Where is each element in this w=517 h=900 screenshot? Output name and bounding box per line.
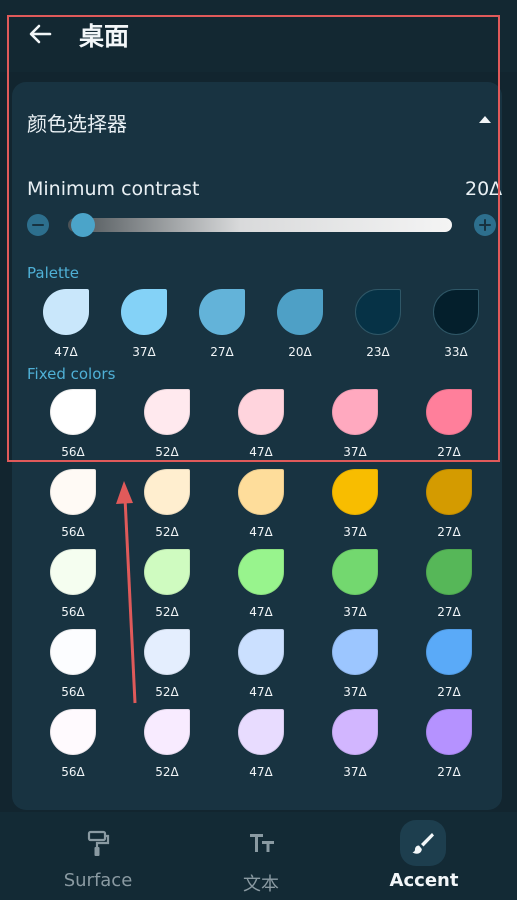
annotation-arrow [116,481,137,704]
fixed-color-value: 47Δ [249,525,273,539]
fixed-color-value: 37Δ [343,685,367,699]
fixed-color-swatch[interactable] [426,469,472,515]
fixed-color-swatch[interactable] [238,629,284,675]
fixed-color-swatch[interactable] [50,709,96,755]
color-picker-title[interactable]: 颜色选择器 [27,108,127,137]
fixed-colors-label: Fixed colors [27,365,116,383]
fixed-color-value: 47Δ [249,605,273,619]
palette-swatch[interactable] [121,289,167,335]
fixed-color-value: 52Δ [155,765,179,779]
palette-swatch[interactable] [355,289,401,335]
app-bar: 桌面 [0,0,517,72]
fixed-color-value: 56Δ [61,765,85,779]
palette-swatch[interactable] [43,289,89,335]
palette-swatch-value: 23Δ [366,345,390,359]
palette-swatch-value: 20Δ [288,345,312,359]
fixed-color-value: 52Δ [155,685,179,699]
fixed-color-value: 56Δ [61,685,85,699]
fixed-color-value: 37Δ [343,605,367,619]
fixed-color-swatch[interactable] [426,629,472,675]
fixed-color-swatch[interactable] [144,389,190,435]
fixed-color-value: 47Δ [249,685,273,699]
fixed-color-swatch[interactable] [332,389,378,435]
palette-swatch-value: 27Δ [210,345,234,359]
fixed-color-value: 52Δ [155,525,179,539]
fixed-color-swatch[interactable] [144,629,190,675]
brush-icon[interactable] [411,831,435,855]
fixed-color-swatch[interactable] [144,549,190,595]
fixed-color-value: 56Δ [61,525,85,539]
fixed-color-swatch[interactable] [144,709,190,755]
decrease-contrast-button[interactable] [27,214,49,236]
fixed-color-swatch[interactable] [50,469,96,515]
palette-swatch[interactable] [277,289,323,335]
back-arrow-icon[interactable] [26,20,54,48]
palette-swatch-value: 47Δ [54,345,78,359]
palette-swatch-value: 33Δ [444,345,468,359]
fixed-color-value: 27Δ [437,445,461,459]
nav-surface-label[interactable]: Surface [38,870,158,891]
contrast-slider-track[interactable] [68,218,452,232]
palette-swatch-value: 37Δ [132,345,156,359]
fixed-color-swatch[interactable] [238,709,284,755]
fixed-color-value: 27Δ [437,685,461,699]
fixed-color-value: 27Δ [437,765,461,779]
nav-text-label[interactable]: 文本 [201,870,321,896]
palette-label: Palette [27,264,79,282]
palette-swatch[interactable] [199,289,245,335]
fixed-color-value: 47Δ [249,765,273,779]
increase-contrast-button[interactable] [474,214,496,236]
fixed-color-value: 52Δ [155,445,179,459]
fixed-color-value: 56Δ [61,445,85,459]
fixed-color-swatch[interactable] [426,549,472,595]
fixed-color-swatch[interactable] [426,389,472,435]
fixed-color-value: 47Δ [249,445,273,459]
fixed-color-swatch[interactable] [50,389,96,435]
fixed-color-value: 52Δ [155,605,179,619]
fixed-color-swatch[interactable] [332,709,378,755]
min-contrast-label: Minimum contrast [27,178,200,200]
fixed-color-value: 37Δ [343,525,367,539]
fixed-color-swatch[interactable] [50,629,96,675]
palette-swatch[interactable] [433,289,479,335]
fixed-color-value: 56Δ [61,605,85,619]
fixed-color-swatch[interactable] [332,469,378,515]
fixed-color-swatch[interactable] [144,469,190,515]
fixed-color-swatch[interactable] [332,629,378,675]
page-title: 桌面 [79,22,130,51]
fixed-color-swatch[interactable] [238,389,284,435]
fixed-color-swatch[interactable] [426,709,472,755]
fixed-color-swatch[interactable] [50,549,96,595]
fixed-color-swatch[interactable] [238,549,284,595]
fixed-color-swatch[interactable] [238,469,284,515]
min-contrast-value: 20Δ [465,178,503,200]
fixed-color-value: 37Δ [343,445,367,459]
paint-roller-icon[interactable] [86,830,110,858]
text-format-icon[interactable] [249,832,275,854]
fixed-color-value: 27Δ [437,605,461,619]
collapse-icon[interactable] [478,114,492,124]
fixed-color-value: 27Δ [437,525,461,539]
fixed-color-swatch[interactable] [332,549,378,595]
nav-accent-label[interactable]: Accent [364,870,484,891]
fixed-color-value: 37Δ [343,765,367,779]
